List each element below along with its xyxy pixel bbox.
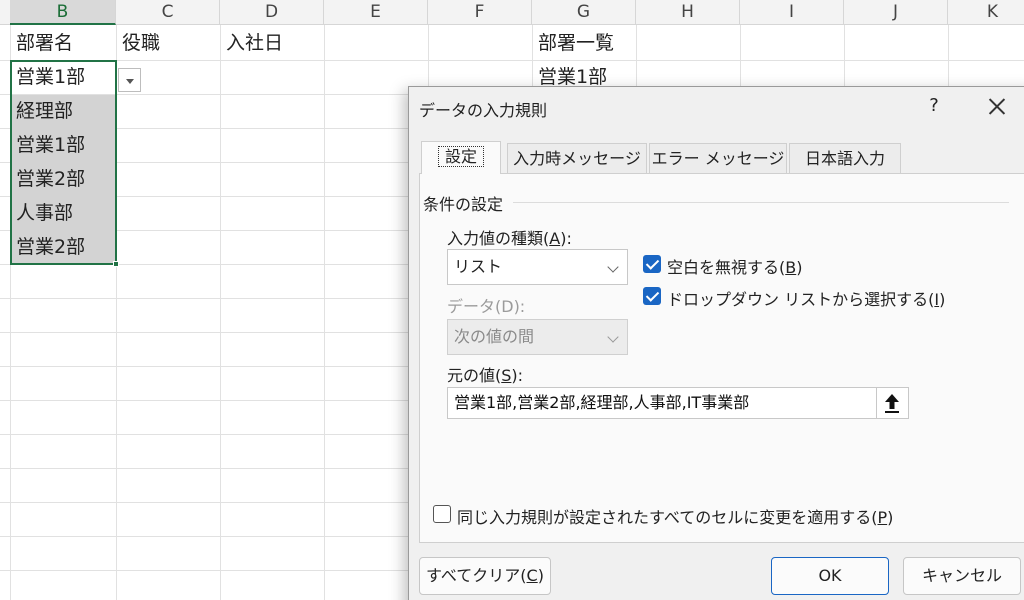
data-validation-dialog: データの入力規則 ? 設定 入力時メッセージ エラー メッセージ 日本語入力 条… bbox=[408, 86, 1024, 600]
ignore-blank-label-pre: 空白を無視する( bbox=[667, 258, 786, 277]
group-divider bbox=[513, 202, 1009, 203]
apply-all-label-post: ) bbox=[887, 508, 894, 527]
cell-d1[interactable]: 入社日 bbox=[220, 26, 283, 60]
selection-border bbox=[10, 60, 117, 265]
tab-settings[interactable]: 設定 bbox=[421, 141, 501, 174]
dialog-title: データの入力規則 bbox=[419, 101, 548, 120]
source-label-post: ): bbox=[511, 366, 524, 385]
cancel-button[interactable]: キャンセル bbox=[903, 557, 1021, 595]
allow-label-key: A bbox=[549, 229, 561, 248]
column-header-j[interactable]: J bbox=[844, 0, 948, 25]
apply-all-label-key: P bbox=[877, 508, 888, 527]
close-icon[interactable] bbox=[983, 93, 1011, 121]
cell-g1[interactable]: 部署一覧 bbox=[532, 26, 614, 60]
in-cell-dropdown-label: ドロップダウン リストから選択する(I) bbox=[667, 286, 945, 310]
cell-b1[interactable]: 部署名 bbox=[10, 26, 73, 60]
chevron-down-icon bbox=[607, 331, 619, 343]
apply-all-label: 同じ入力規則が設定されたすべてのセルに変更を適用する(P) bbox=[457, 504, 893, 528]
column-header-i[interactable]: I bbox=[740, 0, 844, 25]
column-header-e[interactable]: E bbox=[324, 0, 428, 25]
in-cell-dropdown-label-pre: ドロップダウン リストから選択する( bbox=[667, 290, 935, 309]
help-button[interactable]: ? bbox=[924, 95, 944, 116]
tab-error-alert[interactable]: エラー メッセージ bbox=[649, 143, 787, 174]
clear-all-label-post: ) bbox=[537, 566, 544, 585]
source-label-key: S bbox=[501, 366, 512, 385]
column-header-d[interactable]: D bbox=[220, 0, 324, 25]
in-cell-dropdown-checkbox[interactable] bbox=[643, 287, 661, 305]
in-cell-dropdown-label-post: ) bbox=[939, 290, 946, 309]
apply-all-label-pre: 同じ入力規則が設定されたすべてのセルに変更を適用する( bbox=[457, 508, 878, 527]
tab-input-message[interactable]: 入力時メッセージ bbox=[507, 143, 647, 174]
ignore-blank-label-post: ) bbox=[796, 258, 803, 277]
ok-button[interactable]: OK bbox=[771, 557, 889, 595]
apply-all-checkbox[interactable] bbox=[433, 505, 451, 523]
column-gridline bbox=[324, 25, 325, 600]
column-gridline bbox=[220, 25, 221, 600]
ignore-blank-label-key: B bbox=[785, 258, 797, 277]
allow-select[interactable]: リスト bbox=[447, 249, 628, 285]
row-gridline bbox=[0, 60, 1024, 61]
tab-ime-mode[interactable]: 日本語入力 bbox=[789, 143, 901, 174]
data-select: 次の値の間 bbox=[447, 319, 628, 355]
collapse-range-button[interactable] bbox=[877, 387, 909, 419]
column-header-k[interactable]: K bbox=[948, 0, 1024, 25]
source-input[interactable]: 営業1部,営業2部,経理部,人事部,IT事業部 bbox=[447, 387, 877, 419]
clear-all-button[interactable]: すべてクリア(C) bbox=[419, 557, 551, 595]
allow-label-post: ): bbox=[560, 229, 572, 248]
column-header-c[interactable]: C bbox=[116, 0, 220, 25]
column-header-g[interactable]: G bbox=[532, 0, 636, 25]
clear-all-label-pre: すべてクリア( bbox=[426, 566, 527, 585]
tab-settings-label: 設定 bbox=[437, 146, 484, 167]
clear-all-label-key: C bbox=[526, 566, 538, 585]
source-label-pre: 元の値( bbox=[447, 366, 502, 385]
data-label: データ(D): bbox=[447, 297, 526, 316]
chevron-down-icon bbox=[607, 261, 619, 273]
column-header-f[interactable]: F bbox=[428, 0, 532, 25]
fill-handle[interactable] bbox=[113, 261, 119, 267]
data-select-value: 次の値の間 bbox=[454, 327, 535, 346]
column-header-h[interactable]: H bbox=[636, 0, 740, 25]
ignore-blank-checkbox[interactable] bbox=[643, 255, 661, 273]
column-header-b[interactable]: B bbox=[10, 0, 116, 25]
allow-select-value: リスト bbox=[454, 257, 503, 276]
arrow-up-icon bbox=[885, 394, 899, 413]
allow-label: 入力値の種類(A): bbox=[447, 225, 572, 249]
allow-label-pre: 入力値の種類( bbox=[447, 229, 550, 248]
ignore-blank-label: 空白を無視する(B) bbox=[667, 254, 802, 278]
column-header-row: B C D E F G H I J K bbox=[0, 0, 1024, 25]
source-label: 元の値(S): bbox=[447, 362, 523, 386]
cell-dropdown-button[interactable] bbox=[118, 68, 141, 92]
group-title: 条件の設定 bbox=[423, 195, 504, 214]
cell-c1[interactable]: 役職 bbox=[116, 26, 160, 60]
